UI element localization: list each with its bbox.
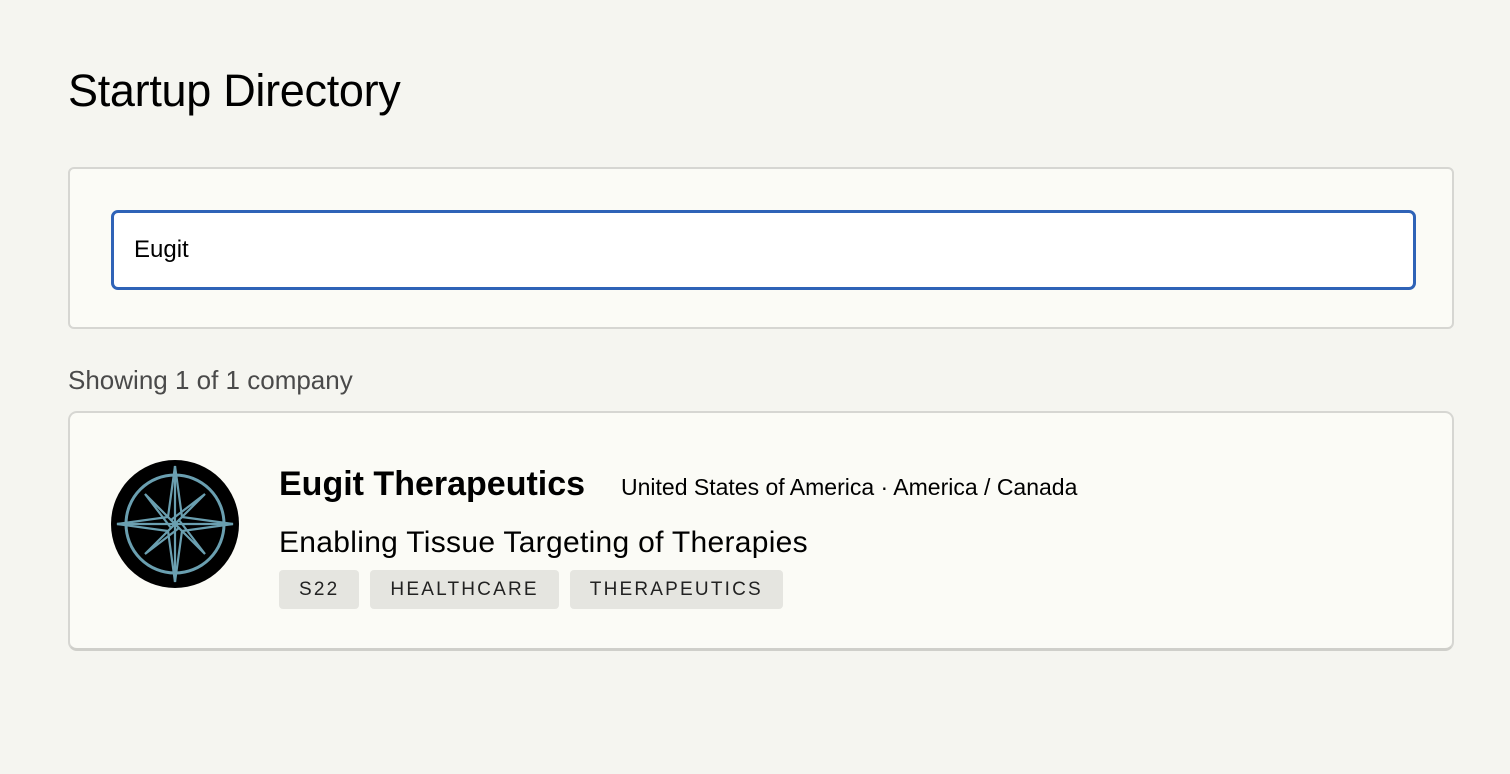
tag-industry[interactable]: HEALTHCARE	[370, 570, 559, 609]
company-card[interactable]: Eugit Therapeutics United States of Amer…	[68, 411, 1454, 651]
tag-subindustry[interactable]: THERAPEUTICS	[569, 570, 783, 609]
company-name[interactable]: Eugit Therapeutics	[279, 463, 585, 505]
page: Startup Directory Showing 1 of 1 company	[0, 0, 1510, 774]
page-title: Startup Directory	[68, 65, 401, 116]
result-count: Showing 1 of 1 company	[68, 365, 353, 395]
company-tagline: Enabling Tissue Targeting of Therapies	[279, 526, 808, 559]
tag-batch[interactable]: S22	[279, 570, 360, 609]
company-location: United States of America · America / Can…	[621, 474, 1078, 500]
compass-rose-icon	[110, 459, 240, 589]
search-panel	[68, 167, 1454, 329]
search-input[interactable]	[111, 210, 1416, 290]
tag-list: S22 HEALTHCARE THERAPEUTICS	[279, 570, 783, 609]
